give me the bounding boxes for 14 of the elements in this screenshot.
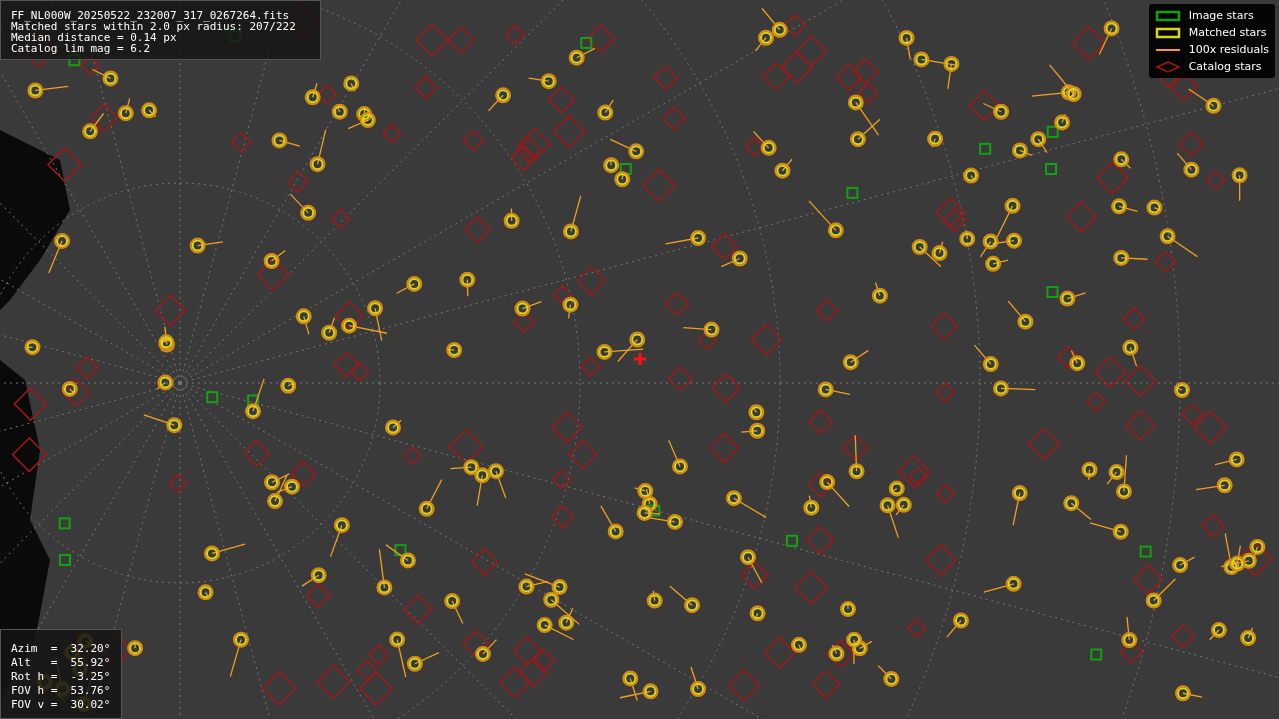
catalog-star-icon <box>1154 60 1181 73</box>
legend-label: Catalog stars <box>1188 60 1262 73</box>
pointing-text: Rot h = -3.25° <box>11 670 112 684</box>
legend-label: Image stars <box>1188 9 1254 22</box>
pointing-text: Alt = 55.92° <box>11 656 112 670</box>
pointing-text: Azim = 32.20° <box>11 642 112 656</box>
legend-label: 100x residuals <box>1188 43 1269 56</box>
pointing-text: FOV h = 53.76° <box>11 684 112 698</box>
pointing-text: FOV v = 30.02° <box>11 698 112 712</box>
info-text: FF_NL000W_20250522_232007_317_0267264.fits <box>11 10 291 21</box>
info-text: Matched stars within 2.0 px radius: 207/222 <box>11 21 297 32</box>
info-text: Median distance = 0.14 px <box>11 32 177 43</box>
legend-label: Matched stars <box>1188 26 1267 39</box>
info-text: Catalog lim mag = 6.2 <box>11 43 152 54</box>
